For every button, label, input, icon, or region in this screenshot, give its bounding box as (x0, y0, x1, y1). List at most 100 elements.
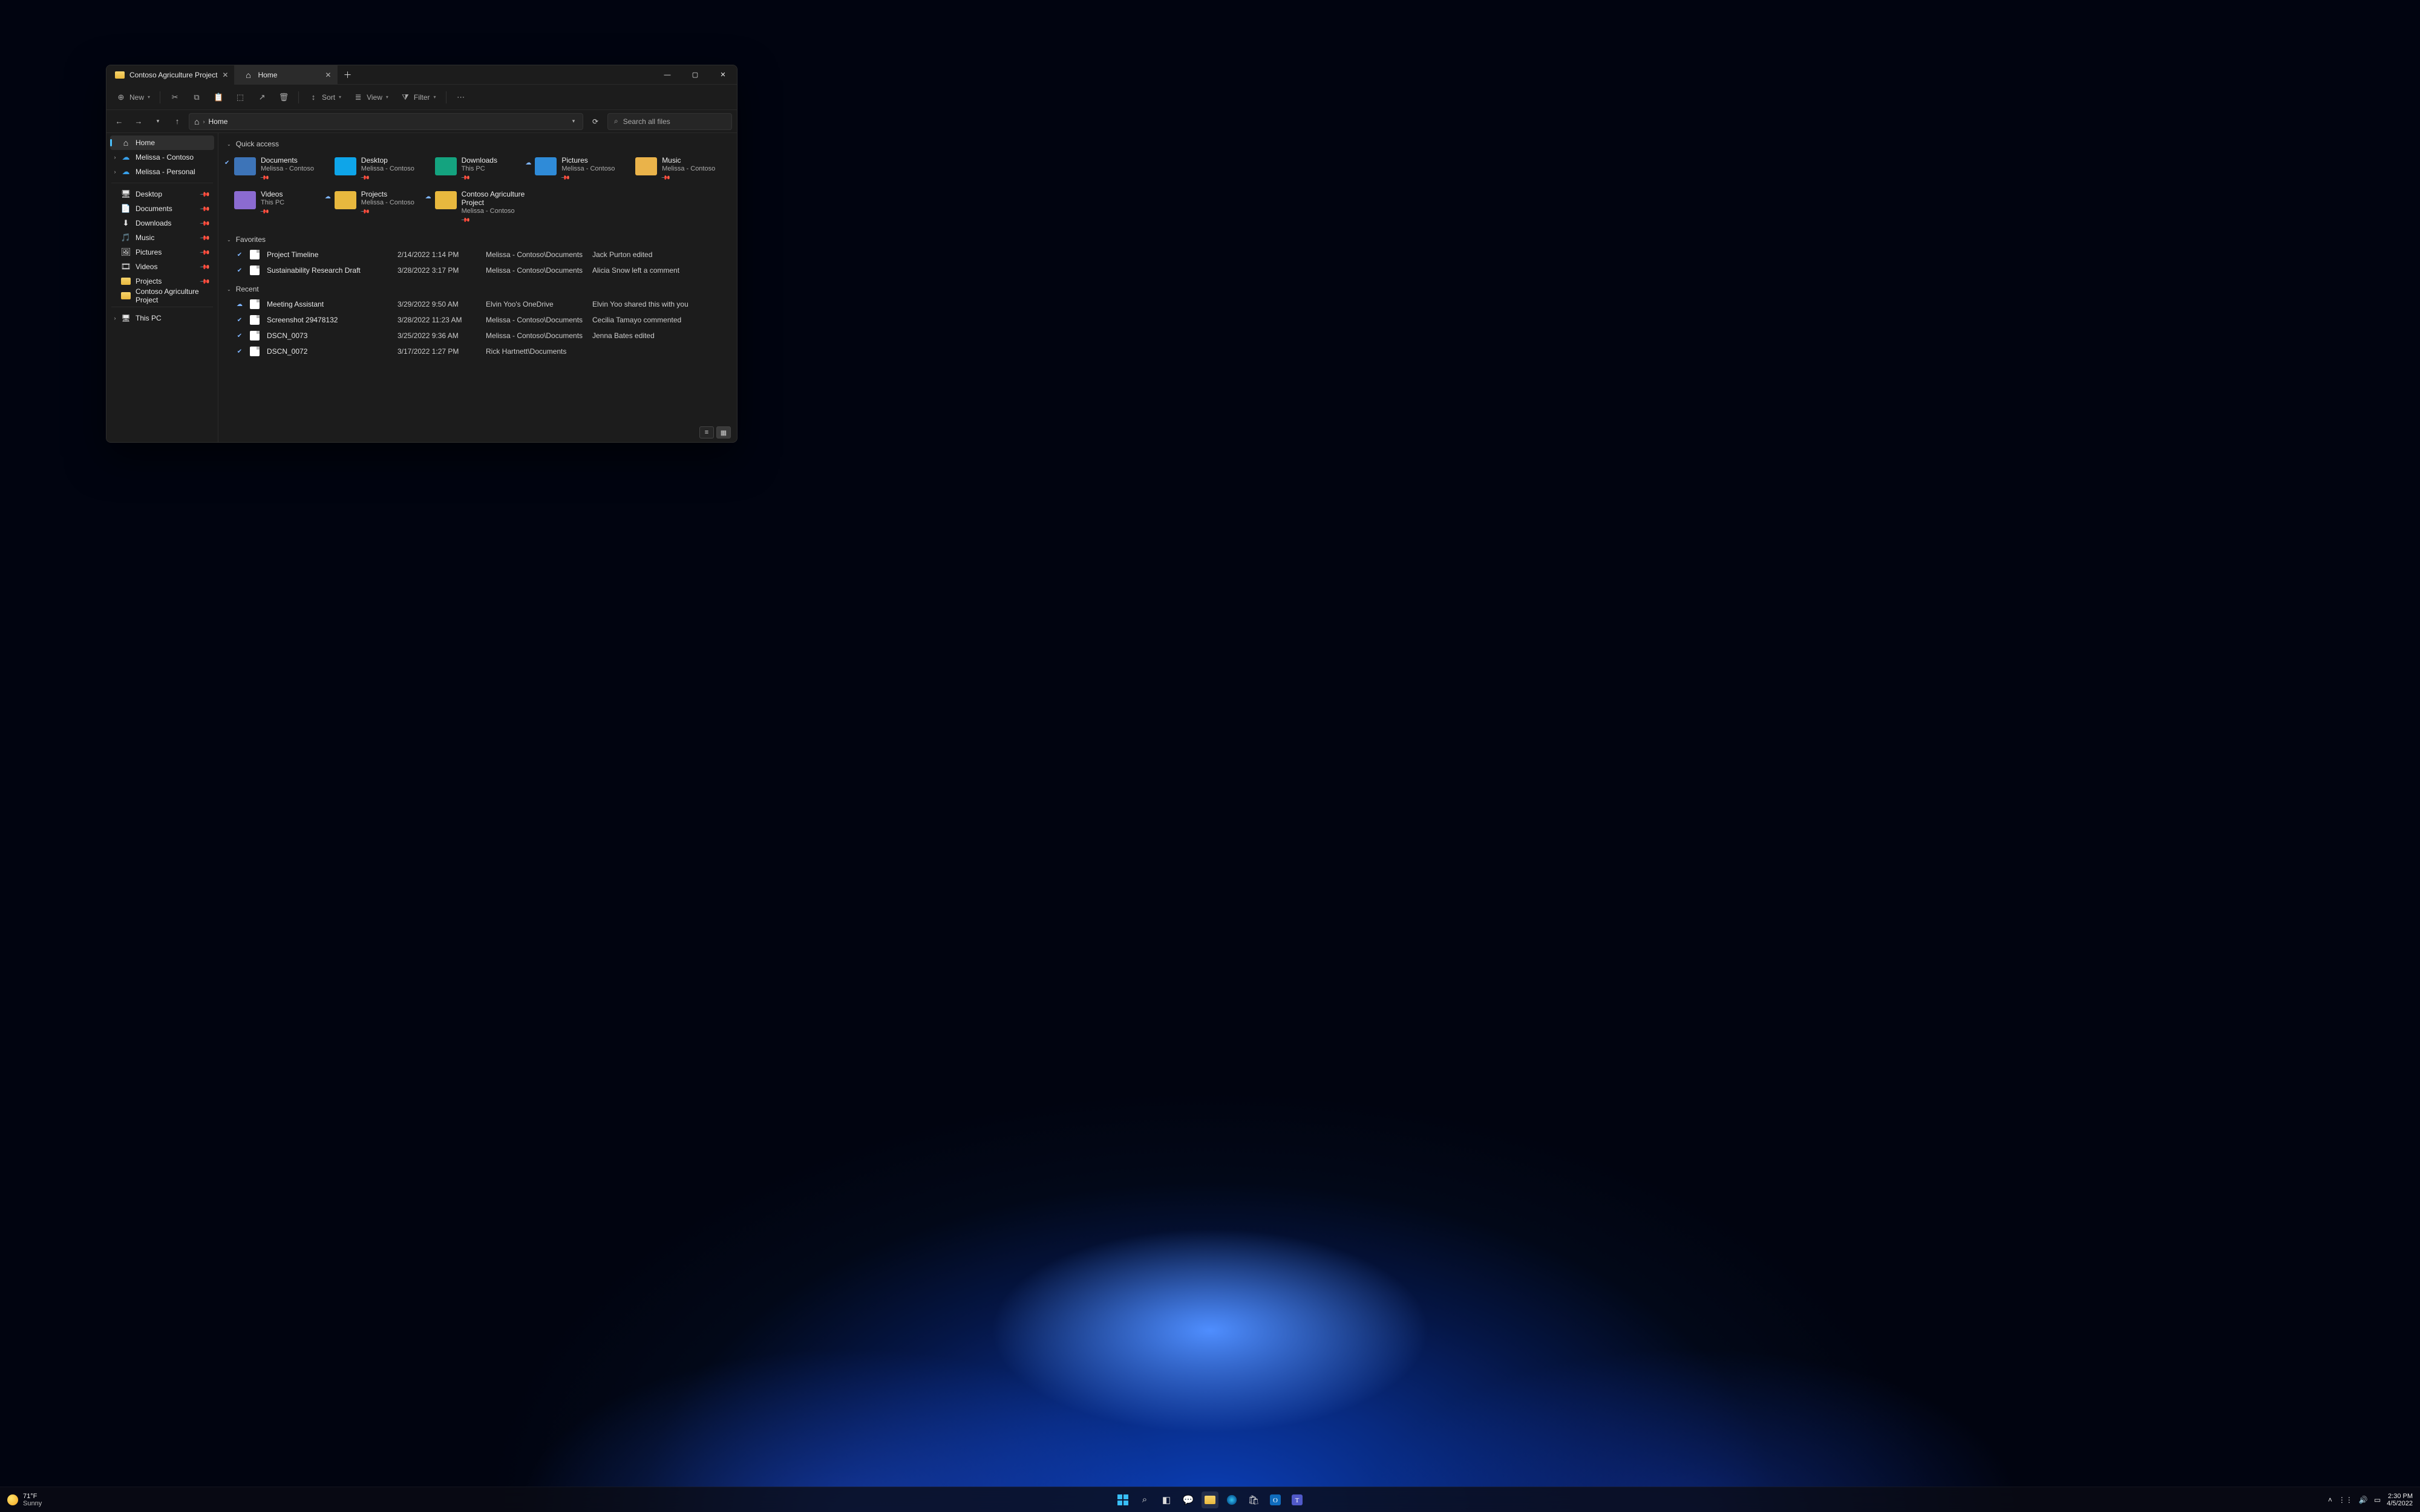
navigation-pane: Home › Melissa - Contoso › Melissa - Per… (106, 133, 218, 442)
quick-access-item[interactable]: Videos This PC 📌 (233, 187, 327, 226)
file-row[interactable]: ✔Screenshot 294781323/28/2022 11:23 AMMe… (227, 312, 728, 328)
taskbar-store-button[interactable]: 🛍 (1245, 1491, 1262, 1508)
tray-overflow-icon[interactable]: ˄ (2328, 1496, 2332, 1504)
sync-status-icon: ✔ (233, 252, 246, 258)
sync-status-icon: ✔ (233, 348, 246, 355)
volume-icon[interactable]: 🔊 (2359, 1496, 2368, 1504)
file-row[interactable]: ✔Project Timeline2/14/2022 1:14 PMMeliss… (227, 247, 728, 262)
close-tab-icon[interactable]: ✕ (325, 71, 331, 79)
maximize-button[interactable]: ▢ (681, 65, 709, 85)
section-label: Favorites (236, 235, 266, 244)
file-row[interactable]: ✔DSCN_00733/25/2022 9:36 AMMelissa - Con… (227, 328, 728, 344)
battery-icon[interactable]: ▭ (2374, 1496, 2381, 1504)
tab-contoso[interactable]: Contoso Agriculture Project ✕ (106, 65, 235, 85)
address-bar[interactable]: › Home ▾ (189, 113, 583, 130)
expand-icon[interactable]: › (111, 169, 119, 175)
folder-type-icon: 📄 (121, 204, 131, 213)
chevron-down-icon: ⌄ (227, 237, 231, 243)
tab-home[interactable]: Home ✕ (235, 65, 338, 85)
taskbar-clock[interactable]: 2:30 PM 4/5/2022 (2387, 1493, 2413, 1507)
copy-button[interactable]: ⧉ (187, 89, 206, 106)
quick-access-item[interactable]: Downloads This PC 📌 (434, 154, 528, 184)
file-name: DSCN_0072 (267, 347, 394, 356)
breadcrumb[interactable]: Home (208, 117, 227, 126)
address-dropdown-icon[interactable]: ▾ (567, 118, 580, 125)
file-name: Project Timeline (267, 250, 394, 259)
wifi-icon[interactable]: ⋮⋮ (2338, 1496, 2353, 1504)
file-location: Melissa - Contoso\Documents (486, 316, 589, 324)
tiles-view-button[interactable]: ▦ (716, 426, 731, 438)
section-recent[interactable]: ⌄ Recent (227, 282, 728, 296)
taskbar-weather[interactable]: 71°F Sunny (0, 1493, 42, 1507)
quick-access-item[interactable]: ☁ Projects Melissa - Contoso 📌 (333, 187, 428, 226)
rename-button[interactable]: ⬚ (231, 89, 250, 106)
file-row[interactable]: ✔DSCN_00723/17/2022 1:27 PMRick Hartnett… (227, 344, 728, 359)
nav-home[interactable]: Home (110, 135, 214, 150)
content-pane: ⌄ Quick access ✔ Documents Melissa - Con… (218, 133, 737, 442)
expand-icon[interactable]: › (111, 154, 119, 160)
expand-icon[interactable]: › (111, 315, 119, 321)
nav-onedrive-personal[interactable]: › Melissa - Personal (110, 165, 214, 179)
minimize-button[interactable]: ― (653, 65, 681, 85)
taskbar-edge-button[interactable] (1223, 1491, 1240, 1508)
nav-pinned-item[interactable]: 🎞Videos📌 (110, 259, 214, 274)
new-button[interactable]: ⊕ New ▾ (111, 89, 155, 106)
nav-pinned-item[interactable]: 📄Documents📌 (110, 201, 214, 216)
share-button[interactable]: ↗ (252, 89, 272, 106)
taskbar-chat-button[interactable]: 💬 (1180, 1491, 1197, 1508)
delete-button[interactable]: 🗑 (274, 89, 293, 106)
start-button[interactable] (1114, 1491, 1131, 1508)
quick-access-item[interactable]: Music Melissa - Contoso 📌 (634, 154, 728, 184)
taskbar-outlook-button[interactable]: O (1267, 1491, 1284, 1508)
section-favorites[interactable]: ⌄ Favorites (227, 232, 728, 247)
quick-access-item[interactable]: ☁ Contoso Agriculture Project Melissa - … (434, 187, 528, 226)
nav-recent-button[interactable]: ▾ (150, 114, 166, 129)
nav-onedrive-contoso[interactable]: › Melissa - Contoso (110, 150, 214, 165)
sync-status-icon: ✔ (233, 317, 246, 324)
close-tab-icon[interactable]: ✕ (222, 71, 228, 79)
folder-type-icon: 🎞 (121, 262, 131, 272)
quick-access-item[interactable]: ✔ Documents Melissa - Contoso 📌 (233, 154, 327, 184)
taskbar-search-button[interactable]: ⌕ (1136, 1491, 1153, 1508)
file-date: 3/17/2022 1:27 PM (397, 347, 482, 356)
qa-sub: Melissa - Contoso (662, 165, 715, 173)
nav-forward-button[interactable]: → (131, 114, 146, 129)
address-row: ← → ▾ ↑ › Home ▾ ⟳ ⌕ Search all files (106, 110, 737, 133)
qa-sub: Melissa - Contoso (361, 165, 414, 173)
new-tab-button[interactable]: ＋ (338, 65, 357, 85)
quick-access-item[interactable]: ☁ Pictures Melissa - Contoso 📌 (534, 154, 628, 184)
sort-button[interactable]: ↕ Sort ▾ (304, 89, 346, 106)
filter-button[interactable]: ⧩ Filter ▾ (396, 89, 441, 106)
nav-pinned-item[interactable]: 🎵Music📌 (110, 230, 214, 245)
nav-up-button[interactable]: ↑ (169, 114, 185, 129)
nav-pinned-item[interactable]: 🖼Pictures📌 (110, 245, 214, 259)
nav-this-pc[interactable]: › This PC (110, 311, 214, 325)
nav-pinned-item[interactable]: 🖥Desktop📌 (110, 187, 214, 201)
paste-button[interactable]: 📋 (209, 89, 228, 106)
nav-back-button[interactable]: ← (111, 114, 127, 129)
refresh-button[interactable]: ⟳ (587, 113, 604, 130)
copy-icon: ⧉ (192, 93, 201, 102)
nav-pinned-item[interactable]: Contoso Agriculture Project (110, 288, 214, 303)
taskbar-taskview-button[interactable]: ◧ (1158, 1491, 1175, 1508)
taskbar-explorer-button[interactable] (1202, 1491, 1218, 1508)
file-row[interactable]: ✔Sustainability Research Draft3/28/2022 … (227, 262, 728, 278)
chevron-down-icon: ▾ (386, 94, 388, 100)
taskbar-teams-button[interactable]: T (1289, 1491, 1306, 1508)
cut-button[interactable]: ✂ (165, 89, 185, 106)
toolbar: ⊕ New ▾ ✂ ⧉ 📋 ⬚ ↗ 🗑 ↕ Sort ▾ ≣ View ▾ ⧩ … (106, 85, 737, 110)
nav-pinned-item[interactable]: Projects📌 (110, 274, 214, 288)
folder-icon (535, 157, 557, 175)
view-button[interactable]: ≣ View ▾ (348, 89, 393, 106)
filter-label: Filter (414, 93, 430, 102)
file-row[interactable]: ☁Meeting Assistant3/29/2022 9:50 AMElvin… (227, 296, 728, 312)
nav-pinned-item[interactable]: ⬇Downloads📌 (110, 216, 214, 230)
quick-access-item[interactable]: Desktop Melissa - Contoso 📌 (333, 154, 428, 184)
close-window-button[interactable]: ✕ (709, 65, 737, 85)
details-view-button[interactable]: ≡ (699, 426, 714, 438)
search-input[interactable]: ⌕ Search all files (607, 113, 732, 130)
more-button[interactable]: ⋯ (451, 89, 471, 106)
section-quick-access[interactable]: ⌄ Quick access (227, 137, 728, 151)
section-label: Recent (236, 285, 259, 293)
pin-icon: 📌 (200, 232, 211, 244)
